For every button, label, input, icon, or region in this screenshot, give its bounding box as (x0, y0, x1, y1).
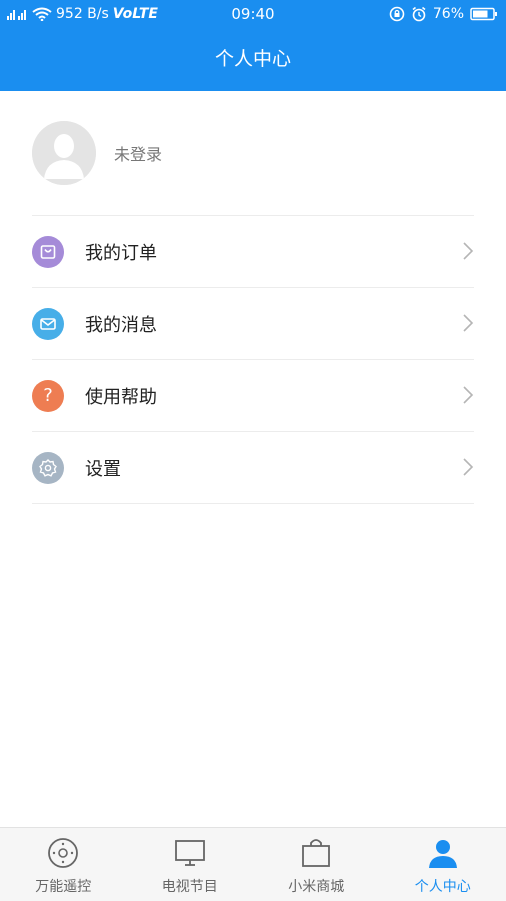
alarm-icon (411, 6, 427, 22)
tab-tv-programs[interactable]: 电视节目 (127, 828, 254, 901)
tab-remote[interactable]: 万能遥控 (0, 828, 127, 901)
shopping-bag-icon (299, 836, 333, 870)
remote-icon (46, 836, 80, 870)
tab-personal-center[interactable]: 个人中心 (380, 828, 506, 901)
menu-item-help[interactable]: ? 使用帮助 (32, 359, 474, 431)
tab-label: 万能遥控 (35, 876, 91, 896)
status-right: 76% (389, 4, 498, 24)
status-bar: 952 B/s VoLTE 09:40 76% (0, 0, 506, 28)
chevron-right-icon (462, 457, 474, 477)
tab-label: 电视节目 (162, 876, 218, 896)
settings-icon (32, 452, 64, 484)
page-title: 个人中心 (0, 28, 506, 91)
battery-icon (470, 7, 498, 21)
default-avatar-icon (32, 121, 96, 185)
menu-item-messages[interactable]: 我的消息 (32, 287, 474, 359)
menu-list: 我的订单 我的消息 ? 使用帮助 设置 (32, 215, 474, 504)
tab-mi-store[interactable]: 小米商城 (253, 828, 380, 901)
bottom-tab-bar: 万能遥控 电视节目 小米商城 个人中心 (0, 827, 506, 901)
rotation-lock-icon (389, 6, 405, 22)
chevron-right-icon (462, 241, 474, 261)
chevron-right-icon (462, 385, 474, 405)
tab-label: 个人中心 (415, 876, 471, 896)
profile-section[interactable]: 未登录 (32, 120, 474, 186)
tv-icon (173, 836, 207, 870)
menu-item-orders[interactable]: 我的订单 (32, 215, 474, 287)
chevron-right-icon (462, 313, 474, 333)
menu-item-label: 我的订单 (85, 239, 157, 265)
shopping-bag-icon (32, 236, 64, 268)
tab-label: 小米商城 (288, 876, 344, 896)
battery-percent: 76% (433, 6, 464, 22)
login-status[interactable]: 未登录 (114, 141, 162, 165)
person-icon (426, 836, 460, 870)
menu-item-label: 我的消息 (85, 311, 157, 337)
menu-item-settings[interactable]: 设置 (32, 431, 474, 504)
avatar[interactable] (32, 121, 96, 185)
menu-item-label: 使用帮助 (85, 383, 157, 409)
help-icon: ? (32, 380, 64, 412)
mail-icon (32, 308, 64, 340)
menu-item-label: 设置 (85, 455, 121, 481)
